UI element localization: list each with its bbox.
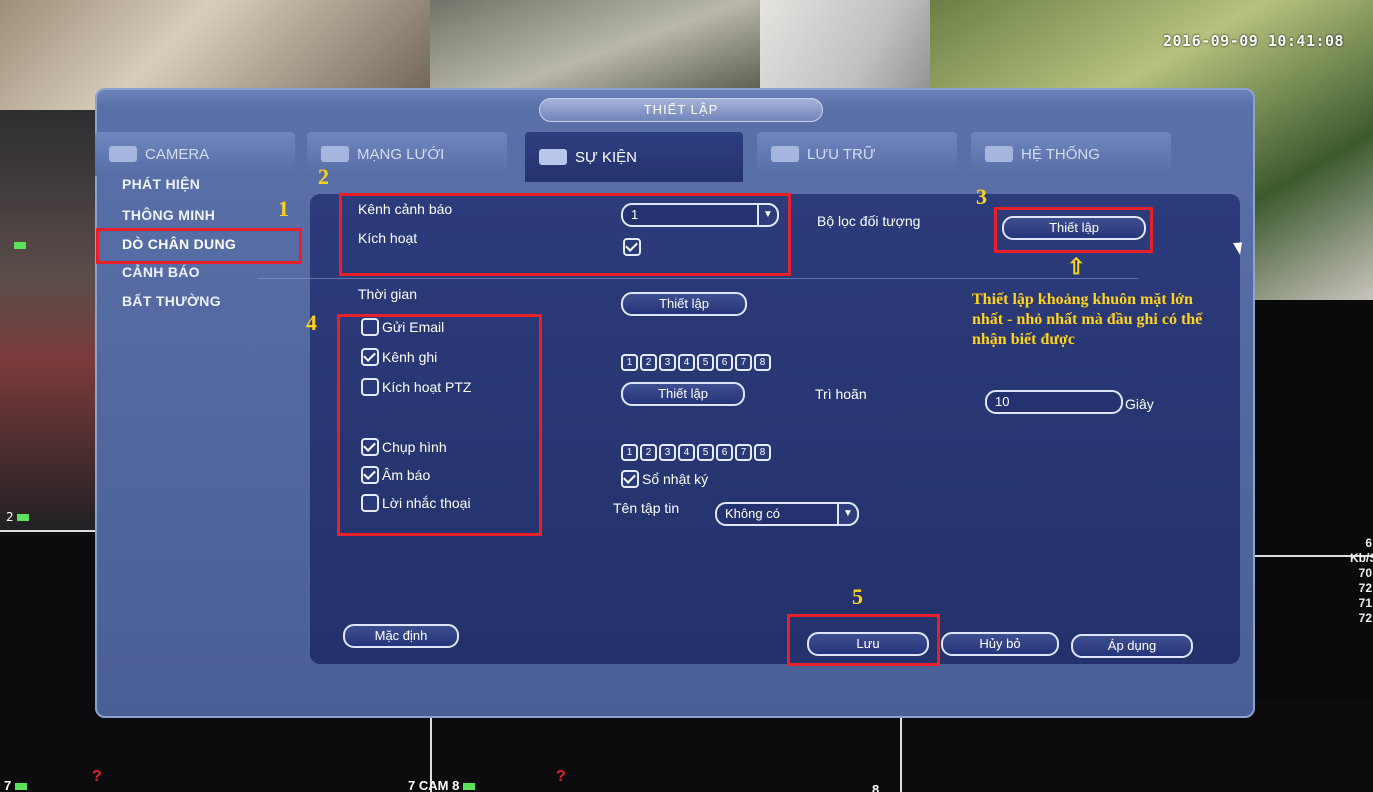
bitrate-stats: 6 Kb/S 70 72 71 72 — [1350, 536, 1373, 625]
snapshot-channel-toggle[interactable]: 2 — [640, 444, 657, 461]
tab-label: LƯU TRỮ — [807, 145, 876, 163]
record-channel-toggle[interactable]: 7 — [735, 354, 752, 371]
highlight-box — [994, 207, 1153, 253]
schedule-label: Thời gian — [358, 286, 417, 302]
tab-bar: CAMERA MẠNG LƯỚI SỰ KIỆN LƯU TRỮ HỆ THỐN… — [95, 132, 1255, 182]
snapshot-channel-toggle[interactable]: 8 — [754, 444, 771, 461]
filename-select[interactable]: Không có ▼ — [715, 502, 859, 526]
tab-storage[interactable]: LƯU TRỮ — [757, 132, 957, 176]
channel-label: 2 — [6, 510, 30, 524]
select-value: Không có — [725, 506, 780, 521]
log-checkbox[interactable] — [621, 470, 639, 488]
snapshot-channel-list: 1 2 3 4 5 6 7 8 — [621, 444, 771, 461]
snapshot-channel-toggle[interactable]: 3 — [659, 444, 676, 461]
delay-label: Trì hoãn — [815, 386, 867, 402]
alert-icon: ? — [92, 768, 102, 785]
record-channel-list: 1 2 3 4 5 6 7 8 — [621, 354, 771, 371]
highlight-box — [339, 193, 791, 276]
record-channel-toggle[interactable]: 6 — [716, 354, 733, 371]
snapshot-channel-toggle[interactable]: 6 — [716, 444, 733, 461]
filename-label: Tên tập tin — [613, 500, 680, 516]
record-channel-toggle[interactable]: 1 — [621, 354, 638, 371]
channel-label: 7 CAM 8 — [408, 778, 475, 792]
tab-label: HỆ THỐNG — [1021, 145, 1100, 163]
schedule-settings-button[interactable]: Thiết lập — [621, 292, 747, 316]
tab-event[interactable]: SỰ KIỆN — [525, 132, 743, 182]
snapshot-channel-toggle[interactable]: 5 — [697, 444, 714, 461]
default-button[interactable]: Mặc định — [343, 624, 459, 648]
divider — [258, 278, 1138, 279]
tab-label: MẠNG LƯỚI — [357, 145, 445, 163]
record-channel-toggle[interactable]: 8 — [754, 354, 771, 371]
sidebar-item-abnormal[interactable]: BẤT THƯỜNG — [122, 293, 221, 309]
network-icon — [321, 146, 349, 162]
highlight-box — [787, 614, 940, 666]
tab-system[interactable]: HỆ THỐNG — [971, 132, 1171, 176]
channel-label — [14, 238, 26, 252]
timestamp: 2016-09-09 10:41:08 — [1163, 32, 1345, 50]
annotation-number: 4 — [306, 310, 317, 335]
tab-label: CAMERA — [145, 145, 210, 163]
tab-camera[interactable]: CAMERA — [95, 132, 295, 176]
settings-dialog: THIẾT LẬP CAMERA MẠNG LƯỚI SỰ KIỆN LƯU T… — [95, 88, 1255, 718]
up-arrow-icon: ⇧ — [1067, 254, 1086, 279]
highlight-box — [337, 314, 542, 536]
snapshot-channel-toggle[interactable]: 4 — [678, 444, 695, 461]
camera-feed-tile — [1240, 300, 1373, 700]
option-label: Sổ nhật ký — [642, 471, 709, 487]
annotation-number: 1 — [278, 196, 289, 221]
event-icon — [539, 149, 567, 165]
annotation-number: 5 — [852, 584, 863, 609]
record-channel-toggle[interactable]: 2 — [640, 354, 657, 371]
delay-unit: Giây — [1125, 396, 1154, 412]
grid-divider — [0, 530, 95, 532]
channel-label: 7 — [4, 778, 27, 792]
delay-input[interactable]: 10 — [985, 390, 1123, 414]
record-channel-toggle[interactable]: 3 — [659, 354, 676, 371]
highlight-box — [96, 228, 302, 264]
record-channel-toggle[interactable]: 4 — [678, 354, 695, 371]
annotation-number: 3 — [976, 184, 987, 209]
chevron-down-icon: ▼ — [837, 502, 859, 526]
cancel-button[interactable]: Hủy bỏ — [941, 632, 1059, 656]
dialog-title: THIẾT LẬP — [539, 98, 823, 122]
annotation-number: 2 — [318, 164, 329, 189]
object-filter-label: Bộ lọc đối tượng — [817, 213, 921, 229]
record-icon — [462, 783, 475, 791]
tab-label: SỰ KIỆN — [575, 148, 637, 166]
apply-button[interactable]: Áp dụng — [1071, 634, 1193, 658]
alert-icon: ? — [556, 768, 566, 785]
snapshot-channel-toggle[interactable]: 7 — [735, 444, 752, 461]
grid-divider — [900, 718, 902, 792]
camera-icon — [109, 146, 137, 162]
snapshot-channel-toggle[interactable]: 1 — [621, 444, 638, 461]
log-option[interactable]: Sổ nhật ký — [621, 470, 708, 488]
tab-network[interactable]: MẠNG LƯỚI — [307, 132, 507, 176]
storage-icon — [771, 146, 799, 162]
system-icon — [985, 146, 1013, 162]
camera-feed-tile — [0, 110, 100, 530]
sidebar-item-detection[interactable]: PHÁT HIỆN — [122, 176, 200, 192]
channel-label: 8 — [872, 782, 880, 792]
annotation-note: Thiết lập khoảng khuôn mặt lớn nhất - nh… — [972, 291, 1203, 348]
record-icon — [14, 783, 27, 791]
record-icon — [14, 242, 26, 249]
sidebar-item-smart[interactable]: THÔNG MINH — [122, 207, 215, 223]
sidebar-item-alarm[interactable]: CẢNH BÁO — [122, 264, 200, 280]
ptz-settings-button[interactable]: Thiết lập — [621, 382, 745, 406]
record-channel-toggle[interactable]: 5 — [697, 354, 714, 371]
record-icon — [17, 514, 30, 521]
